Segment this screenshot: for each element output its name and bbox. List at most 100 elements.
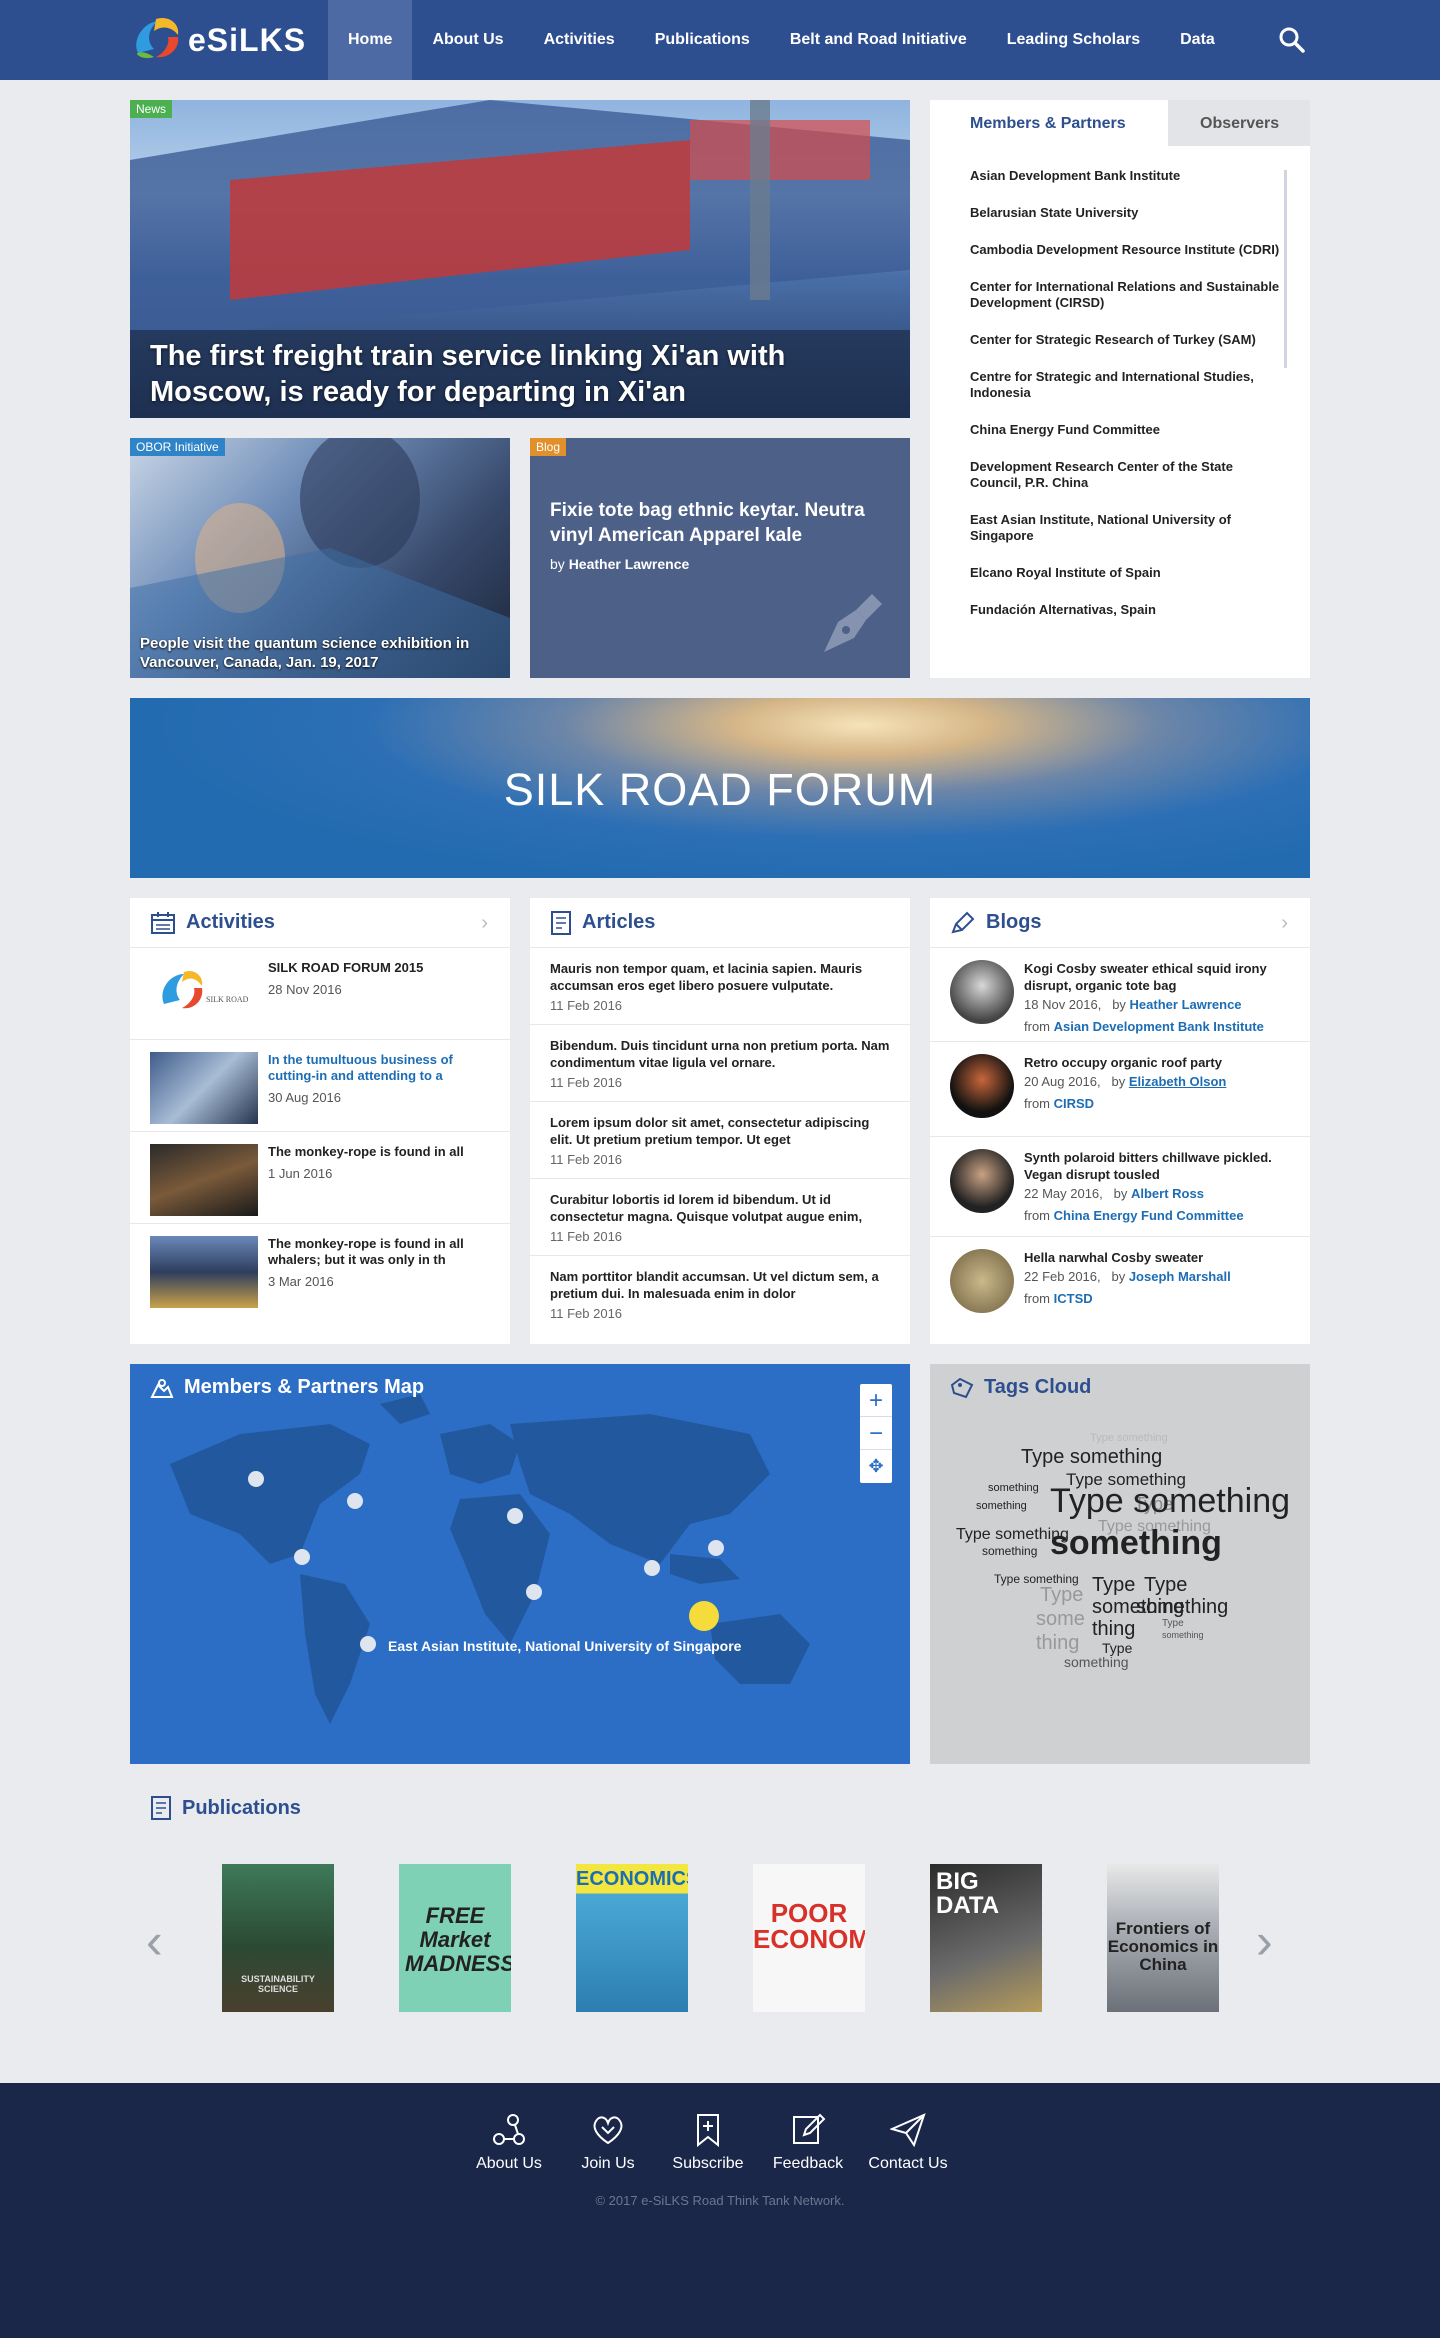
- tag-word[interactable]: thing: [1092, 1618, 1135, 1641]
- blog-author[interactable]: Heather Lawrence: [1130, 997, 1242, 1012]
- footer-join-us[interactable]: Join Us: [558, 2113, 658, 2173]
- article-title[interactable]: Nam porttitor blandit accumsan. Ut vel d…: [550, 1268, 890, 1302]
- obor-card[interactable]: OBOR Initiative People visit the quantum…: [130, 438, 510, 678]
- tag-word[interactable]: something: [976, 1500, 1027, 1512]
- tag-word[interactable]: some: [1036, 1608, 1085, 1631]
- member-item[interactable]: Cambodia Development Resource Institute …: [970, 242, 1280, 258]
- tab-members-partners[interactable]: Members & Partners: [930, 100, 1168, 148]
- blog-source[interactable]: CIRSD: [1054, 1096, 1094, 1111]
- carousel-prev-icon[interactable]: ‹: [146, 1912, 163, 1970]
- blog-source[interactable]: Asian Development Bank Institute: [1054, 1019, 1264, 1034]
- article-item[interactable]: Curabitur lobortis id lorem id bibendum.…: [530, 1179, 910, 1256]
- site-logo[interactable]: eSiLKS: [128, 10, 306, 70]
- menu-item-activities[interactable]: Activities: [524, 0, 635, 80]
- blog-card[interactable]: Blog Fixie tote bag ethnic keytar. Neutr…: [530, 438, 910, 678]
- menu-item-belt-and-road[interactable]: Belt and Road Initiative: [770, 0, 987, 80]
- map-marker[interactable]: [360, 1636, 376, 1652]
- publications-header[interactable]: Publications: [150, 1796, 301, 1820]
- member-item[interactable]: Center for Strategic Research of Turkey …: [970, 332, 1280, 348]
- blogs-header[interactable]: Blogs ›: [930, 898, 1310, 948]
- tag-word[interactable]: something: [1136, 1596, 1228, 1619]
- article-item[interactable]: Mauris non tempor quam, et lacinia sapie…: [530, 948, 910, 1025]
- publication-cover[interactable]: Frontiers of Economics in China: [1107, 1864, 1219, 2012]
- activity-item[interactable]: The monkey-rope is found in all whalers;…: [130, 1224, 510, 1316]
- chevron-right-icon[interactable]: ›: [481, 912, 488, 935]
- activities-header[interactable]: Activities ›: [130, 898, 510, 948]
- member-item[interactable]: Asian Development Bank Institute: [970, 168, 1280, 184]
- blog-source[interactable]: China Energy Fund Committee: [1054, 1208, 1244, 1223]
- blog-card-author[interactable]: Heather Lawrence: [569, 556, 690, 572]
- blog-author[interactable]: Joseph Marshall: [1129, 1269, 1231, 1284]
- article-title[interactable]: Mauris non tempor quam, et lacinia sapie…: [550, 960, 890, 994]
- article-title[interactable]: Bibendum. Duis tincidunt urna non pretiu…: [550, 1037, 890, 1071]
- activity-title[interactable]: The monkey-rope is found in all: [268, 1144, 488, 1160]
- blog-item[interactable]: Kogi Cosby sweater ethical squid irony d…: [930, 948, 1310, 1042]
- tag-word[interactable]: something: [1064, 1654, 1129, 1670]
- menu-item-leading-scholars[interactable]: Leading Scholars: [987, 0, 1160, 80]
- blog-title[interactable]: Synth polaroid bitters chillwave pickled…: [1024, 1149, 1290, 1183]
- activity-title[interactable]: The monkey-rope is found in all whalers;…: [268, 1236, 488, 1268]
- member-item[interactable]: Elcano Royal Institute of Spain: [970, 565, 1280, 581]
- silk-road-forum-banner[interactable]: SILK ROAD FORUM: [130, 698, 1310, 878]
- menu-item-publications[interactable]: Publications: [635, 0, 770, 80]
- blog-author[interactable]: Albert Ross: [1131, 1186, 1204, 1201]
- blog-card-title[interactable]: Fixie tote bag ethnic keytar. Neutra vin…: [550, 498, 890, 548]
- publication-cover[interactable]: ECONOMICS: [576, 1864, 688, 2012]
- tag-word[interactable]: something: [1050, 1524, 1222, 1563]
- hero-title[interactable]: The first freight train service linking …: [150, 338, 850, 410]
- articles-header[interactable]: Articles: [530, 898, 910, 948]
- article-item[interactable]: Nam porttitor blandit accumsan. Ut vel d…: [530, 1256, 910, 1333]
- publication-cover[interactable]: SUSTAINABILITY SCIENCE: [222, 1864, 334, 2012]
- carousel-next-icon[interactable]: ›: [1256, 1912, 1273, 1970]
- blog-source[interactable]: ICTSD: [1054, 1291, 1093, 1306]
- member-item[interactable]: Belarusian State University: [970, 205, 1280, 221]
- tab-observers[interactable]: Observers: [1168, 100, 1310, 148]
- map-marker[interactable]: [248, 1471, 264, 1487]
- tag-word[interactable]: Type: [1092, 1574, 1135, 1597]
- blog-item[interactable]: Synth polaroid bitters chillwave pickled…: [930, 1137, 1310, 1237]
- tag-word[interactable]: Type something: [956, 1526, 1069, 1544]
- activity-item[interactable]: SILK ROAD SILK ROAD FORUM 2015 28 Nov 20…: [130, 948, 510, 1040]
- blog-title[interactable]: Kogi Cosby sweater ethical squid irony d…: [1024, 960, 1290, 994]
- activity-title[interactable]: In the tumultuous business of cutting-in…: [268, 1052, 488, 1084]
- footer-feedback[interactable]: Feedback: [758, 2113, 858, 2173]
- obor-caption[interactable]: People visit the quantum science exhibit…: [140, 634, 500, 672]
- blog-item[interactable]: Hella narwhal Cosby sweater 22 Feb 2016,…: [930, 1237, 1310, 1337]
- footer-contact-us[interactable]: Contact Us: [858, 2113, 958, 2173]
- map-marker[interactable]: [526, 1584, 542, 1600]
- article-title[interactable]: Lorem ipsum dolor sit amet, consectetur …: [550, 1114, 890, 1148]
- map-marker[interactable]: [294, 1549, 310, 1565]
- members-scrollbar[interactable]: [1284, 170, 1287, 368]
- blog-title[interactable]: Hella narwhal Cosby sweater: [1024, 1249, 1290, 1266]
- activity-item[interactable]: The monkey-rope is found in all 1 Jun 20…: [130, 1132, 510, 1224]
- tag-word[interactable]: something: [1162, 1630, 1204, 1640]
- member-item[interactable]: Development Research Center of the State…: [970, 459, 1280, 491]
- map-marker[interactable]: [708, 1540, 724, 1556]
- members-partners-map[interactable]: Members & Partners Map + − ✥: [130, 1364, 910, 1764]
- article-title[interactable]: Curabitur lobortis id lorem id bibendum.…: [550, 1191, 890, 1225]
- publication-cover[interactable]: BIG DATA: [930, 1864, 1042, 2012]
- member-item[interactable]: Center for International Relations and S…: [970, 279, 1280, 311]
- tag-word[interactable]: Type: [1162, 1618, 1184, 1629]
- blog-author[interactable]: Elizabeth Olson: [1129, 1074, 1227, 1089]
- map-marker[interactable]: [507, 1508, 523, 1524]
- tag-word[interactable]: thing: [1036, 1632, 1079, 1655]
- tag-word[interactable]: Type: [1144, 1574, 1187, 1597]
- map-marker[interactable]: [347, 1493, 363, 1509]
- article-item[interactable]: Bibendum. Duis tincidunt urna non pretiu…: [530, 1025, 910, 1102]
- footer-about-us[interactable]: About Us: [459, 2113, 559, 2173]
- map-marker-selected[interactable]: [689, 1601, 719, 1631]
- member-item[interactable]: Centre for Strategic and International S…: [970, 369, 1280, 401]
- activity-item[interactable]: In the tumultuous business of cutting-in…: [130, 1040, 510, 1132]
- chevron-right-icon[interactable]: ›: [1281, 912, 1288, 935]
- blog-title[interactable]: Retro occupy organic roof party: [1024, 1054, 1290, 1071]
- member-item[interactable]: Fundación Alternativas, Spain: [970, 602, 1280, 618]
- publication-cover[interactable]: POOR ECONOMICS: [753, 1864, 865, 2012]
- article-item[interactable]: Lorem ipsum dolor sit amet, consectetur …: [530, 1102, 910, 1179]
- footer-subscribe[interactable]: Subscribe: [658, 2113, 758, 2173]
- publication-cover[interactable]: FREE Market MADNESS: [399, 1864, 511, 2012]
- member-item[interactable]: East Asian Institute, National Universit…: [970, 512, 1280, 544]
- tag-word[interactable]: Type something: [994, 1572, 1079, 1586]
- tag-word[interactable]: Type: [1040, 1584, 1083, 1607]
- tag-word[interactable]: something: [988, 1482, 1039, 1494]
